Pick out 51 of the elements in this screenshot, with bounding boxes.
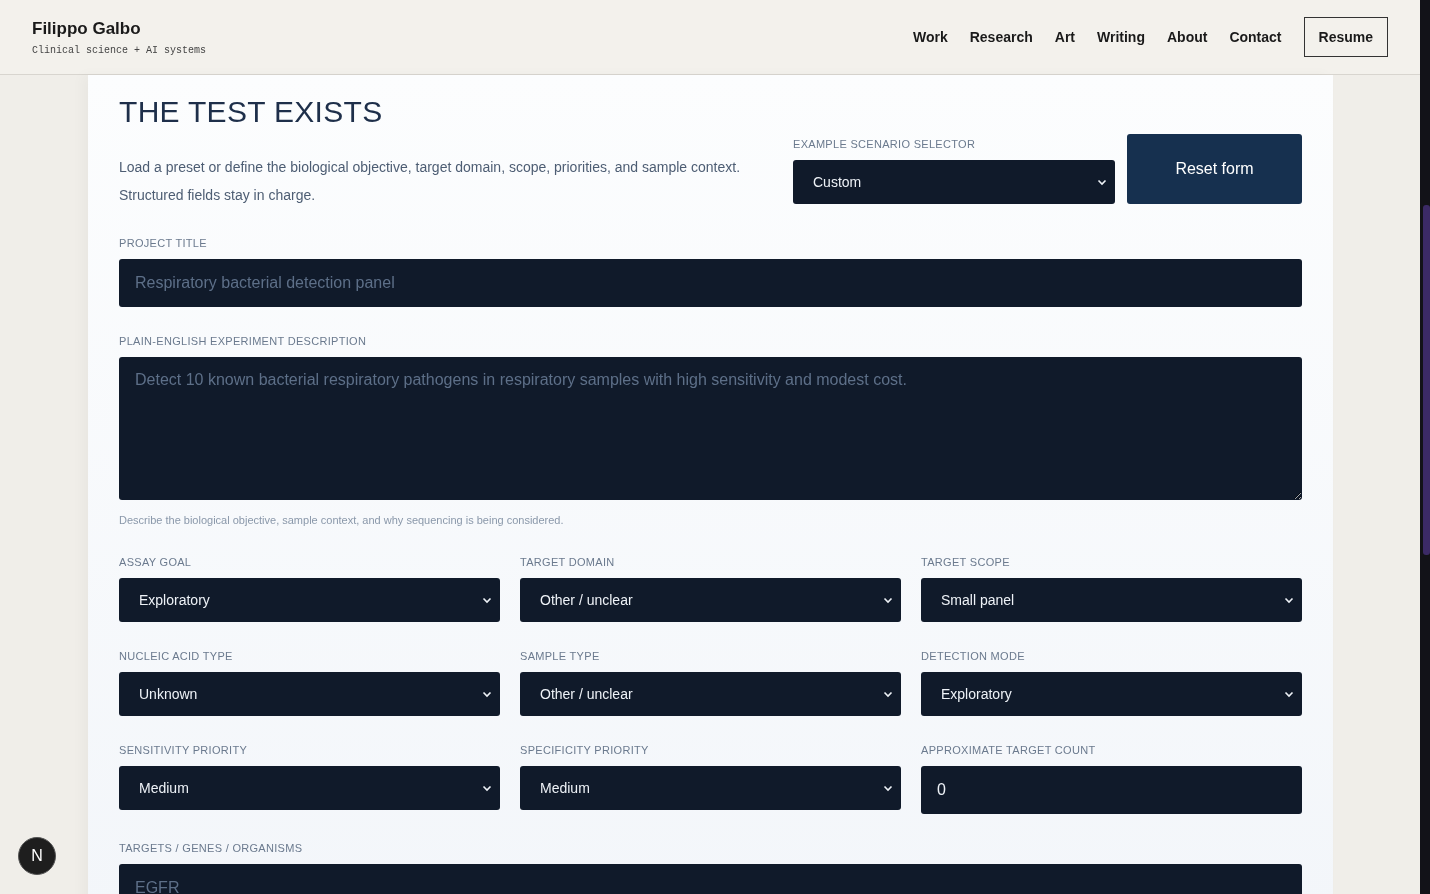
scrollbar[interactable] bbox=[1420, 0, 1430, 894]
field-label: EXAMPLE SCENARIO SELECTOR bbox=[793, 138, 977, 150]
field-label: APPROXIMATE TARGET COUNT bbox=[921, 744, 1097, 756]
chevron-down-icon bbox=[1284, 690, 1294, 698]
section-heading: THE TEST EXISTS bbox=[119, 95, 384, 129]
dropdown[interactable]: Medium bbox=[119, 766, 500, 810]
field-label: NUCLEIC ACID TYPE bbox=[119, 650, 234, 662]
number-field[interactable]: 0 bbox=[921, 766, 1302, 814]
field-label: PLAIN-ENGLISH EXPERIMENT DESCRIPTION bbox=[119, 335, 368, 347]
dropdown[interactable]: Custom bbox=[793, 160, 1115, 204]
reset-button[interactable]: Reset form bbox=[1127, 134, 1302, 204]
field-label: SAMPLE TYPE bbox=[520, 650, 601, 662]
text-field[interactable]: Respiratory bacterial detection panel bbox=[119, 259, 1302, 307]
field-label: PROJECT TITLE bbox=[119, 237, 208, 249]
nav-link[interactable]: Research bbox=[969, 29, 1033, 45]
dropdown[interactable]: Exploratory bbox=[921, 672, 1302, 716]
field-label: TARGET DOMAIN bbox=[520, 556, 616, 568]
floating-badge[interactable]: N bbox=[18, 837, 56, 875]
site-tagline: Clinical science + AI systems bbox=[32, 44, 207, 56]
field-label: TARGETS / GENES / ORGANISMS bbox=[119, 842, 304, 854]
chevron-down-icon bbox=[482, 690, 492, 698]
resume-button[interactable]: Resume bbox=[1303, 17, 1388, 57]
chevron-down-icon bbox=[482, 596, 492, 604]
nav-link[interactable]: Writing bbox=[1097, 29, 1145, 45]
field-label: SENSITIVITY PRIORITY bbox=[119, 744, 249, 756]
intro-text: Load a preset or define the biological objective, target domain, scope, priorities, and sample context. Structured fields stay in charge. bbox=[119, 158, 742, 205]
chevron-down-icon bbox=[1284, 596, 1294, 604]
hint-text: Describe the biological objective, sample context, and why sequencing is being considered. bbox=[119, 514, 565, 526]
field-label: TARGET SCOPE bbox=[921, 556, 1011, 568]
chevron-down-icon bbox=[482, 784, 492, 792]
chevron-down-icon bbox=[1097, 178, 1107, 186]
text-area[interactable]: Detect 10 known bacterial respiratory pathogens in respiratory samples with high sensitivity and modest cost. bbox=[119, 357, 1302, 500]
site-name[interactable]: Filippo Galbo bbox=[32, 18, 207, 39]
text-field[interactable]: EGFR bbox=[119, 864, 1302, 894]
nav-link[interactable]: About bbox=[1166, 29, 1208, 45]
nav-link[interactable]: Contact bbox=[1229, 29, 1282, 45]
dropdown[interactable]: Other / unclear bbox=[520, 672, 901, 716]
chevron-down-icon bbox=[883, 784, 893, 792]
nav-link[interactable]: Work bbox=[912, 29, 948, 45]
dropdown[interactable]: Medium bbox=[520, 766, 901, 810]
field-label: ASSAY GOAL bbox=[119, 556, 193, 568]
dropdown[interactable]: Other / unclear bbox=[520, 578, 901, 622]
dropdown[interactable]: Exploratory bbox=[119, 578, 500, 622]
chevron-down-icon bbox=[883, 690, 893, 698]
dropdown[interactable]: Small panel bbox=[921, 578, 1302, 622]
scrollbar-thumb[interactable] bbox=[1423, 205, 1430, 555]
field-label: SPECIFICITY PRIORITY bbox=[520, 744, 650, 756]
nav-link[interactable]: Art bbox=[1054, 29, 1075, 45]
chevron-down-icon bbox=[883, 596, 893, 604]
field-label: DETECTION MODE bbox=[921, 650, 1026, 662]
dropdown[interactable]: Unknown bbox=[119, 672, 500, 716]
